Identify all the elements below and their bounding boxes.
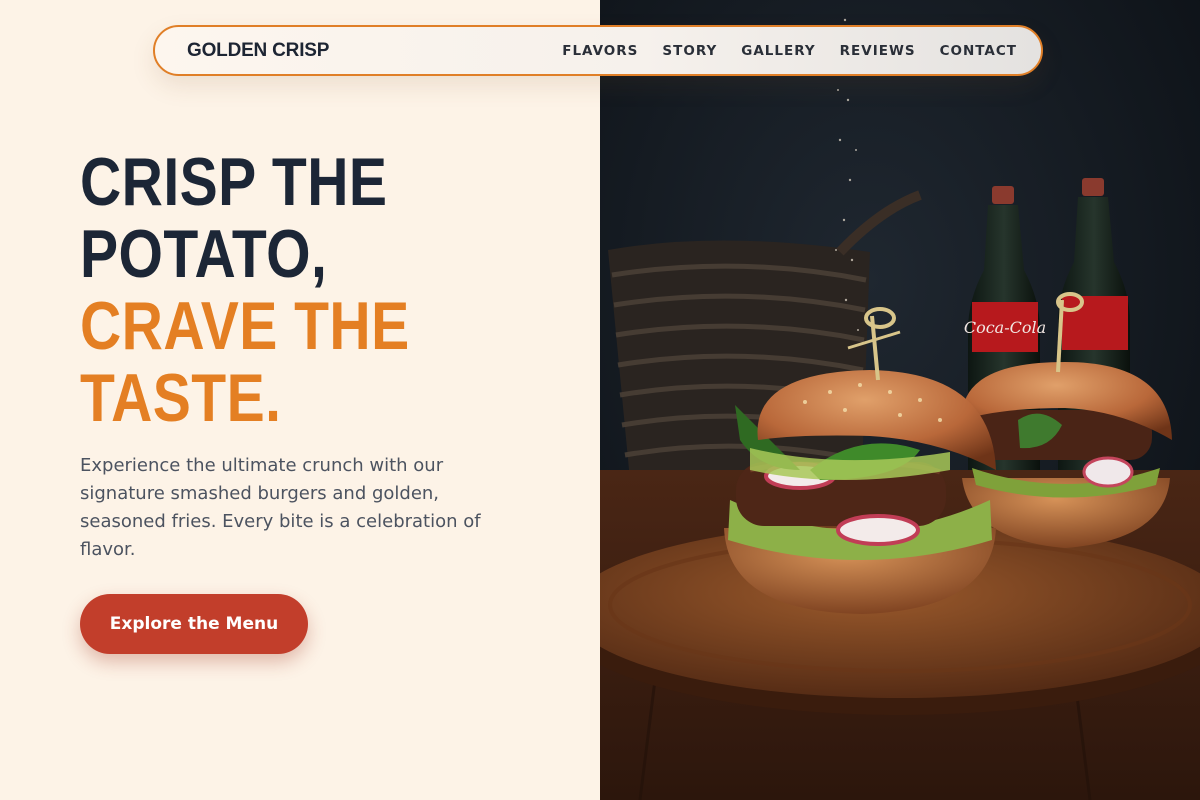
headline-line-2: POTATO, <box>80 216 328 292</box>
nav-link-contact[interactable]: CONTACT <box>940 43 1017 59</box>
nav-link-story[interactable]: STORY <box>662 43 717 59</box>
nav-link-flavors[interactable]: FLAVORS <box>562 43 638 59</box>
headline-line-1: CRISP THE <box>80 144 388 220</box>
explore-menu-button[interactable]: Explore the Menu <box>80 594 308 654</box>
nav-link-reviews[interactable]: REVIEWS <box>840 43 916 59</box>
top-navbar: GOLDEN CRISP FLAVORS STORY GALLERY REVIE… <box>153 25 1043 76</box>
brand-logo[interactable]: GOLDEN CRISP <box>187 40 329 62</box>
headline-line-4: TASTE. <box>80 360 282 436</box>
bottle-label-text: Coca-Cola <box>964 318 1046 337</box>
hero-description: Experience the ultimate crunch with our … <box>80 455 481 560</box>
nav-link-gallery[interactable]: GALLERY <box>741 43 815 59</box>
hero-burger-image: Coca-Cola <box>600 0 1200 800</box>
headline-line-3: CRAVE THE <box>80 288 410 364</box>
nav-links: FLAVORS STORY GALLERY REVIEWS CONTACT <box>562 43 1017 59</box>
hero-headline: CRISP THE POTATO, CRAVE THE TASTE. <box>80 146 410 434</box>
